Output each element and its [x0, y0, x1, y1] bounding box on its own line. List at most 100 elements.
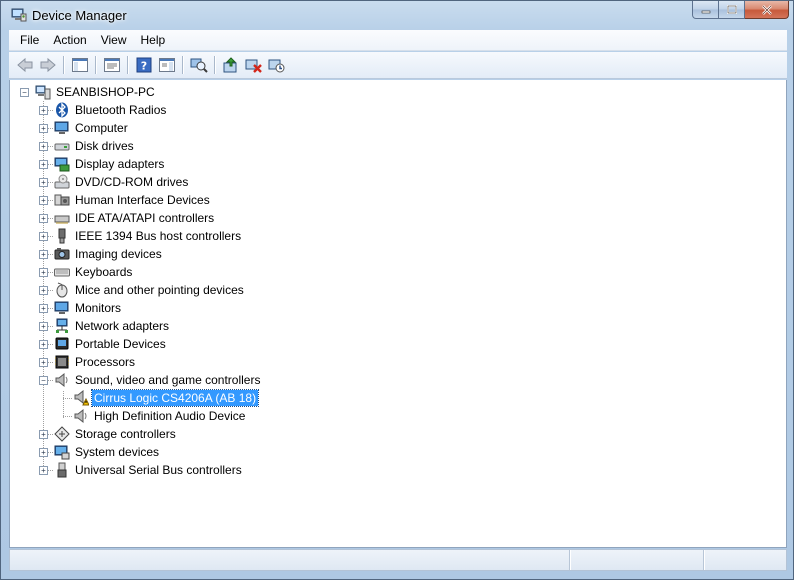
- expand-toggle[interactable]: +: [39, 196, 48, 205]
- toolbar-separator: [63, 56, 64, 74]
- tree-category-label[interactable]: DVD/CD-ROM drives: [73, 174, 190, 190]
- tree-category[interactable]: + IEEE 1394 Bus host controllers: [10, 227, 770, 245]
- tree-category-label[interactable]: IEEE 1394 Bus host controllers: [73, 228, 243, 244]
- disable-device-icon: [268, 59, 284, 73]
- expand-toggle[interactable]: +: [39, 448, 48, 457]
- tree-category-label[interactable]: Disk drives: [73, 138, 136, 154]
- tree-category[interactable]: + Computer: [10, 119, 770, 137]
- menu-help[interactable]: Help: [134, 30, 173, 51]
- tree-category-label[interactable]: System devices: [73, 444, 161, 460]
- back-button[interactable]: [13, 54, 36, 76]
- expand-toggle[interactable]: +: [39, 106, 48, 115]
- expand-toggle[interactable]: +: [39, 322, 48, 331]
- tree-category[interactable]: + DVD/CD-ROM drives: [10, 173, 770, 191]
- tree-category[interactable]: + Universal Serial Bus controllers: [10, 461, 770, 479]
- properties-button[interactable]: [100, 54, 123, 76]
- tree-category-label[interactable]: Processors: [73, 354, 137, 370]
- tree-line: [48, 308, 53, 309]
- tree-category[interactable]: + Display adapters: [10, 155, 770, 173]
- tree-category[interactable]: + Processors: [10, 353, 770, 371]
- tree-category[interactable]: + Keyboards: [10, 263, 770, 281]
- disable-device-button[interactable]: [265, 54, 288, 76]
- expand-toggle[interactable]: +: [39, 124, 48, 133]
- forward-arrow-icon: [40, 57, 56, 73]
- tree-category[interactable]: + IDE ATA/ATAPI controllers: [10, 209, 770, 227]
- help-button[interactable]: ?: [132, 54, 155, 76]
- tree-category-label[interactable]: Universal Serial Bus controllers: [73, 462, 244, 478]
- tree-device[interactable]: High Definition Audio Device: [10, 407, 770, 425]
- tree-category-label[interactable]: IDE ATA/ATAPI controllers: [73, 210, 216, 226]
- show-hide-action-pane-button[interactable]: [155, 54, 178, 76]
- collapse-toggle[interactable]: −: [39, 376, 48, 385]
- expand-toggle[interactable]: +: [39, 340, 48, 349]
- tree-category[interactable]: − Sound, video and game controllers: [10, 371, 770, 389]
- tree-device[interactable]: Cirrus Logic CS4206A (AB 18): [10, 389, 770, 407]
- collapse-toggle[interactable]: −: [20, 88, 29, 97]
- tree-category-label[interactable]: Bluetooth Radios: [73, 102, 168, 118]
- tree-category[interactable]: + Portable Devices: [10, 335, 770, 353]
- expand-toggle[interactable]: +: [39, 178, 48, 187]
- tree-line: [48, 326, 53, 327]
- tree-root-label[interactable]: SEANBISHOP-PC: [54, 84, 157, 100]
- tree-category[interactable]: + Monitors: [10, 299, 770, 317]
- hid-icon: [54, 192, 70, 208]
- title-bar[interactable]: Device Manager: [1, 1, 793, 29]
- device-tree[interactable]: − SEANBISHOP-PC + Bluetooth Radios + Computer…: [9, 80, 787, 548]
- mouse-icon: [54, 282, 70, 298]
- forward-button[interactable]: [36, 54, 59, 76]
- bluetooth-icon: [54, 102, 70, 118]
- tree-category-label[interactable]: Computer: [73, 120, 130, 136]
- close-button[interactable]: [745, 1, 789, 19]
- tree-line: [48, 272, 53, 273]
- expand-toggle[interactable]: +: [39, 268, 48, 277]
- expand-toggle[interactable]: +: [39, 214, 48, 223]
- tree-line: [48, 236, 53, 237]
- menu-file[interactable]: File: [13, 30, 46, 51]
- tree-category[interactable]: + Network adapters: [10, 317, 770, 335]
- expand-toggle[interactable]: +: [39, 304, 48, 313]
- selected-device-label[interactable]: Cirrus Logic CS4206A (AB 18): [90, 389, 260, 407]
- maximize-button[interactable]: [719, 1, 745, 19]
- tree-category-label[interactable]: Human Interface Devices: [73, 192, 212, 208]
- expand-toggle[interactable]: +: [39, 466, 48, 475]
- expand-toggle[interactable]: +: [39, 232, 48, 241]
- tree-line: [63, 416, 72, 417]
- expand-toggle[interactable]: +: [39, 160, 48, 169]
- tree-category-label[interactable]: Network adapters: [73, 318, 171, 334]
- menu-action[interactable]: Action: [46, 30, 93, 51]
- tree-device-label[interactable]: High Definition Audio Device: [92, 408, 247, 424]
- tree-category-label[interactable]: Mice and other pointing devices: [73, 282, 246, 298]
- menu-view[interactable]: View: [94, 30, 134, 51]
- tree-category[interactable]: + System devices: [10, 443, 770, 461]
- monitor-icon: [54, 300, 70, 316]
- processor-icon: [54, 354, 70, 370]
- minimize-button[interactable]: [692, 1, 719, 19]
- show-hide-console-tree-button[interactable]: [68, 54, 91, 76]
- tree-root[interactable]: − SEANBISHOP-PC: [10, 83, 770, 101]
- scan-hardware-button[interactable]: [187, 54, 210, 76]
- tree-category-label[interactable]: Storage controllers: [73, 426, 178, 442]
- expand-toggle[interactable]: +: [39, 286, 48, 295]
- tree-category[interactable]: + Imaging devices: [10, 245, 770, 263]
- tree-category[interactable]: + Human Interface Devices: [10, 191, 770, 209]
- tree-category-label[interactable]: Imaging devices: [73, 246, 164, 262]
- tree-category-label[interactable]: Portable Devices: [73, 336, 168, 352]
- tree-category[interactable]: + Mice and other pointing devices: [10, 281, 770, 299]
- network-adapter-icon: [54, 318, 70, 334]
- tree-category[interactable]: + Storage controllers: [10, 425, 770, 443]
- tree-category-label[interactable]: Sound, video and game controllers: [73, 372, 262, 388]
- uninstall-button[interactable]: [242, 54, 265, 76]
- update-driver-icon: [223, 57, 236, 73]
- expand-toggle[interactable]: +: [39, 142, 48, 151]
- minimize-icon: [701, 10, 710, 13]
- tree-category-label[interactable]: Display adapters: [73, 156, 166, 172]
- tree-category-label[interactable]: Keyboards: [73, 264, 134, 280]
- update-driver-button[interactable]: [219, 54, 242, 76]
- tree-category-label[interactable]: Monitors: [73, 300, 123, 316]
- expand-toggle[interactable]: +: [39, 250, 48, 259]
- expand-toggle[interactable]: +: [39, 430, 48, 439]
- tree-category[interactable]: + Bluetooth Radios: [10, 101, 770, 119]
- tree-category[interactable]: + Disk drives: [10, 137, 770, 155]
- expand-toggle[interactable]: +: [39, 358, 48, 367]
- tree-line: [48, 380, 53, 381]
